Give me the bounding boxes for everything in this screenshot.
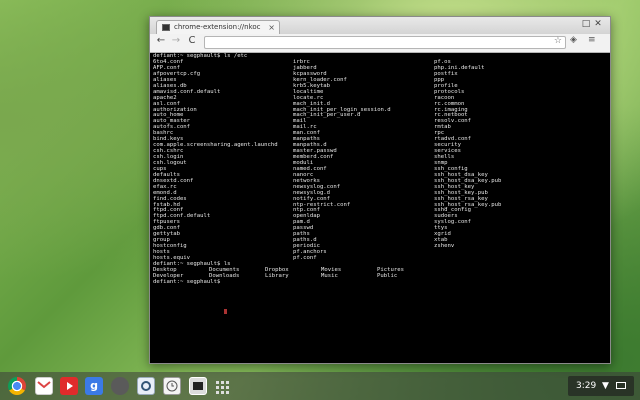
reload-button[interactable]: C <box>185 35 199 46</box>
wifi-icon: ▼ <box>602 381 609 391</box>
prompt-line: defiant:~ segphault$ <box>153 279 221 285</box>
gmail-icon[interactable] <box>35 377 53 395</box>
google-search-icon[interactable]: g <box>85 377 103 395</box>
tab-terminal[interactable]: chrome-extension://nkoc × <box>156 20 280 34</box>
extension-icon[interactable]: ◈ <box>570 35 577 45</box>
battery-icon <box>616 382 626 389</box>
file-entry: Public <box>377 272 398 279</box>
back-button[interactable]: ← <box>154 35 168 46</box>
file-entry: pf.conf <box>293 254 317 261</box>
close-window-button[interactable]: ✕ <box>592 19 604 29</box>
shelf: g 3:29 ▼ <box>0 372 640 400</box>
file-entry: Music <box>321 272 338 279</box>
file-entry: Library <box>265 272 289 279</box>
terminal-output[interactable]: defiant:~ segphault$ ls /etc 6to4.conf AF… <box>150 53 610 363</box>
clock-time: 3:29 <box>576 381 597 391</box>
settings-icon[interactable] <box>137 377 155 395</box>
menu-icon[interactable]: ≡ <box>588 35 596 45</box>
file-entry: zshenv <box>434 243 455 250</box>
desktop: { "window": { "tab_title": "chrome-exten… <box>0 0 640 400</box>
browser-window: chrome-extension://nkoc × □ ✕ ← → C ☆ ◈ ≡… <box>149 16 611 364</box>
chrome-icon[interactable] <box>8 377 26 395</box>
clock-icon[interactable] <box>163 377 181 395</box>
apps-grid-icon[interactable] <box>215 377 229 395</box>
toolbar: ← → C ☆ ◈ ≡ <box>150 34 610 53</box>
ls-column-3: pf.os php.ini.default postfix ppp profile pro… <box>434 59 501 250</box>
title-bar[interactable]: chrome-extension://nkoc × □ ✕ <box>150 17 610 34</box>
text-cursor <box>224 309 227 314</box>
forward-button[interactable]: → <box>169 35 183 46</box>
tab-title: chrome-extension://nkoc <box>174 23 261 31</box>
tab-close-icon[interactable]: × <box>268 21 275 34</box>
bookmark-star-icon[interactable]: ☆ <box>554 36 562 46</box>
terminal-icon[interactable] <box>189 377 207 395</box>
terminal-favicon-icon <box>162 24 170 31</box>
maximize-button[interactable]: □ <box>580 19 592 29</box>
youtube-icon[interactable] <box>60 377 78 395</box>
address-bar[interactable]: ☆ <box>204 36 566 49</box>
status-tray[interactable]: 3:29 ▼ <box>568 376 634 396</box>
evernote-icon[interactable] <box>111 377 129 395</box>
ls-column-1: 6to4.conf AFP.conf afpovertcp.cfg aliases al… <box>153 59 278 262</box>
ls-column-2: irbrc jabberd kcpassword kern_loader.conf kr… <box>293 59 391 262</box>
